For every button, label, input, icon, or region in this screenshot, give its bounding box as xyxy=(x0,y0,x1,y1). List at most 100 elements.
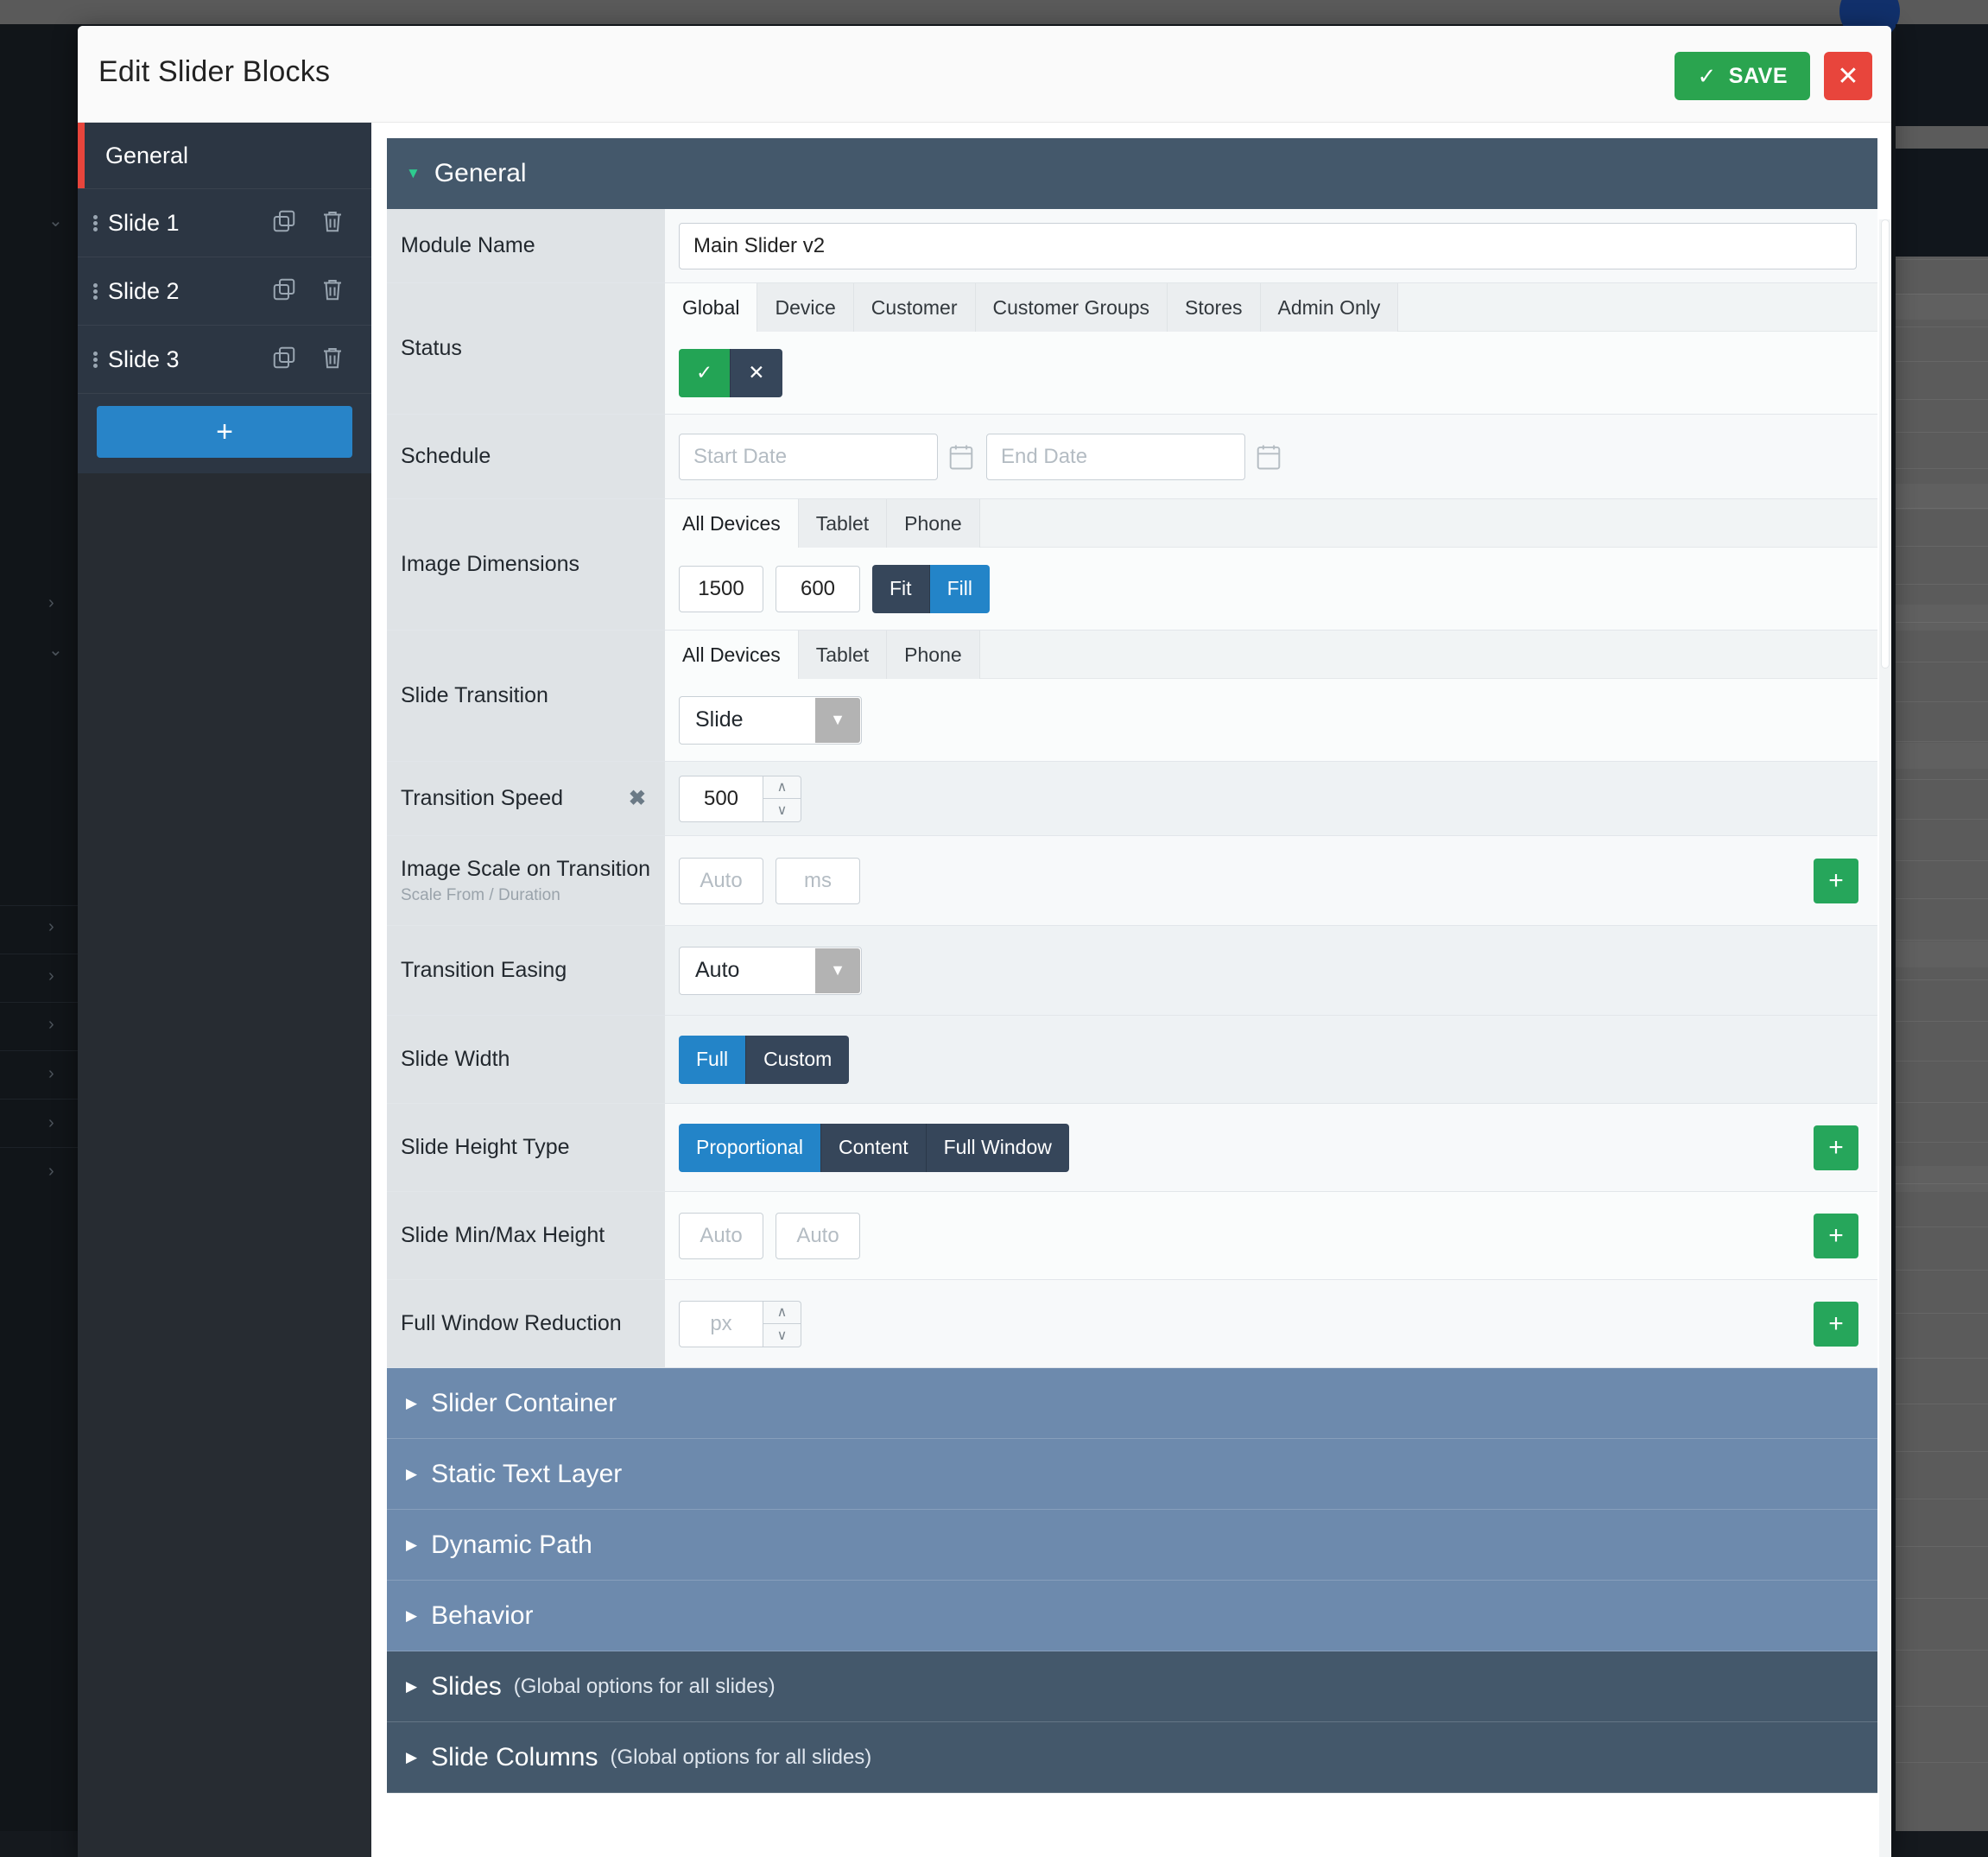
tab-transition-phone[interactable]: Phone xyxy=(887,631,980,679)
transition-easing-select[interactable]: Auto ▼ xyxy=(679,947,862,995)
add-full-window-reduction-button[interactable]: + xyxy=(1814,1302,1858,1347)
label-slide-transition: Slide Transition xyxy=(387,631,665,761)
slide-width-full-button[interactable]: Full xyxy=(679,1036,746,1084)
duplicate-icon[interactable] xyxy=(271,208,297,238)
section-dynamic-path[interactable]: ▶ Dynamic Path xyxy=(387,1510,1877,1581)
slide-height-full-window-button[interactable]: Full Window xyxy=(927,1124,1069,1172)
slide-height-content-button[interactable]: Content xyxy=(821,1124,927,1172)
row-schedule: Schedule xyxy=(387,415,1877,499)
label-status: Status xyxy=(387,283,665,414)
stepper-down-icon[interactable]: ∨ xyxy=(763,1323,801,1347)
tab-imgdim-phone[interactable]: Phone xyxy=(887,499,980,548)
sidebar-item-slide-1[interactable]: Slide 1 xyxy=(78,188,371,257)
schedule-end-input[interactable] xyxy=(986,434,1245,480)
image-mode-fit-button[interactable]: Fit xyxy=(872,565,930,613)
close-button[interactable]: ✕ xyxy=(1824,52,1872,100)
stepper-up-icon[interactable]: ∧ xyxy=(763,1301,801,1324)
duplicate-icon[interactable] xyxy=(271,276,297,307)
tab-transition-all-devices[interactable]: All Devices xyxy=(665,631,799,679)
trash-icon[interactable] xyxy=(320,345,345,375)
slide-min-height-input[interactable] xyxy=(679,1213,763,1259)
field-slide-width: Full Custom xyxy=(665,1016,1877,1103)
tab-status-admin-only[interactable]: Admin Only xyxy=(1261,283,1399,332)
section-slides[interactable]: ▶ Slides (Global options for all slides) xyxy=(387,1651,1877,1722)
field-transition-easing: Auto ▼ xyxy=(665,926,1877,1015)
caret-right-icon: ▶ xyxy=(406,1749,417,1766)
label-transition-easing: Transition Easing xyxy=(387,926,665,1015)
section-slide-columns-label: Slide Columns xyxy=(431,1743,598,1772)
add-slide-height-type-button[interactable]: + xyxy=(1814,1125,1858,1170)
chevron-down-icon[interactable]: ▼ xyxy=(815,698,860,743)
status-tabs: Global Device Customer Customer Groups S… xyxy=(665,283,1877,332)
caret-right-icon: ▶ xyxy=(406,1466,417,1483)
section-slides-note: (Global options for all slides) xyxy=(514,1675,776,1699)
tab-transition-tablet[interactable]: Tablet xyxy=(799,631,887,679)
row-status: Status Global Device Customer Customer G… xyxy=(387,283,1877,415)
modal-scrollbar[interactable] xyxy=(1879,219,1891,1857)
tab-imgdim-all-devices[interactable]: All Devices xyxy=(665,499,799,548)
add-slide-minmax-height-button[interactable]: + xyxy=(1814,1214,1858,1258)
section-header-general[interactable]: ▼ General xyxy=(387,138,1877,209)
field-slide-minmax-height: + xyxy=(665,1192,1877,1279)
clear-icon[interactable]: ✖ xyxy=(629,786,646,811)
drag-handle-icon[interactable] xyxy=(91,352,99,368)
slide-max-height-input[interactable] xyxy=(776,1213,860,1259)
image-scale-duration-input[interactable] xyxy=(776,858,860,904)
edit-slider-blocks-modal: Edit Slider Blocks ✓ SAVE ✕ General Slid… xyxy=(78,26,1891,1857)
section-dynamic-path-label: Dynamic Path xyxy=(431,1531,592,1560)
row-slide-height-type: Slide Height Type Proportional Content F… xyxy=(387,1104,1877,1192)
full-window-reduction-input[interactable] xyxy=(679,1301,763,1347)
stepper-up-icon[interactable]: ∧ xyxy=(763,776,801,799)
duplicate-icon[interactable] xyxy=(271,345,297,375)
tab-status-stores[interactable]: Stores xyxy=(1168,283,1260,332)
field-status: Global Device Customer Customer Groups S… xyxy=(665,283,1877,414)
slide-width-custom-button[interactable]: Custom xyxy=(746,1036,849,1084)
sidebar-item-slide-2[interactable]: Slide 2 xyxy=(78,257,371,325)
section-behavior-label: Behavior xyxy=(431,1601,533,1631)
add-slide-button[interactable]: + xyxy=(97,406,352,458)
trash-icon[interactable] xyxy=(320,208,345,238)
save-button-label: SAVE xyxy=(1729,64,1788,89)
tab-status-customer-groups[interactable]: Customer Groups xyxy=(976,283,1168,332)
slide-transition-select[interactable]: Slide ▼ xyxy=(679,696,862,745)
module-name-input[interactable] xyxy=(679,223,1857,269)
slide-transition-device-tabs: All Devices Tablet Phone xyxy=(665,631,1877,679)
schedule-start-input[interactable] xyxy=(679,434,938,480)
sidebar-item-slide-3[interactable]: Slide 3 xyxy=(78,325,371,393)
row-full-window-reduction: Full Window Reduction ∧ ∨ + xyxy=(387,1280,1877,1368)
modal-body: General Slide 1 Slide 2 xyxy=(78,123,1891,1857)
section-slider-container[interactable]: ▶ Slider Container xyxy=(387,1368,1877,1439)
transition-speed-input[interactable] xyxy=(679,776,763,822)
stepper-down-icon[interactable]: ∨ xyxy=(763,798,801,822)
status-disabled-button[interactable]: ✕ xyxy=(731,349,782,397)
sidebar-item-slide-3-label: Slide 3 xyxy=(108,346,271,373)
tab-status-customer[interactable]: Customer xyxy=(854,283,976,332)
drag-handle-icon[interactable] xyxy=(91,283,99,300)
calendar-icon[interactable] xyxy=(948,443,974,471)
image-mode-fill-button[interactable]: Fill xyxy=(930,565,990,613)
section-header-general-label: General xyxy=(434,159,527,188)
modal-scrollbar-thumb[interactable] xyxy=(1881,219,1890,669)
image-width-input[interactable] xyxy=(679,566,763,612)
row-slide-transition: Slide Transition All Devices Tablet Phon… xyxy=(387,631,1877,762)
drag-handle-icon[interactable] xyxy=(91,215,99,231)
section-slide-columns[interactable]: ▶ Slide Columns (Global options for all … xyxy=(387,1722,1877,1793)
label-image-dimensions: Image Dimensions xyxy=(387,499,665,630)
add-image-scale-button[interactable]: + xyxy=(1814,859,1858,903)
calendar-icon[interactable] xyxy=(1256,443,1282,471)
tab-status-device[interactable]: Device xyxy=(757,283,853,332)
tab-status-global[interactable]: Global xyxy=(665,283,757,332)
backdrop-left-nav: ⌄ › ⌄ › › › › › › xyxy=(0,24,82,1831)
slide-height-proportional-button[interactable]: Proportional xyxy=(679,1124,821,1172)
save-button[interactable]: ✓ SAVE xyxy=(1675,52,1810,100)
modal-header: Edit Slider Blocks ✓ SAVE ✕ xyxy=(78,26,1891,123)
sidebar-item-general[interactable]: General xyxy=(78,123,371,188)
trash-icon[interactable] xyxy=(320,276,345,307)
section-static-text-layer[interactable]: ▶ Static Text Layer xyxy=(387,1439,1877,1510)
image-scale-from-input[interactable] xyxy=(679,858,763,904)
tab-imgdim-tablet[interactable]: Tablet xyxy=(799,499,887,548)
section-behavior[interactable]: ▶ Behavior xyxy=(387,1581,1877,1651)
image-height-input[interactable] xyxy=(776,566,860,612)
status-enabled-button[interactable]: ✓ xyxy=(679,349,731,397)
chevron-down-icon[interactable]: ▼ xyxy=(815,948,860,993)
